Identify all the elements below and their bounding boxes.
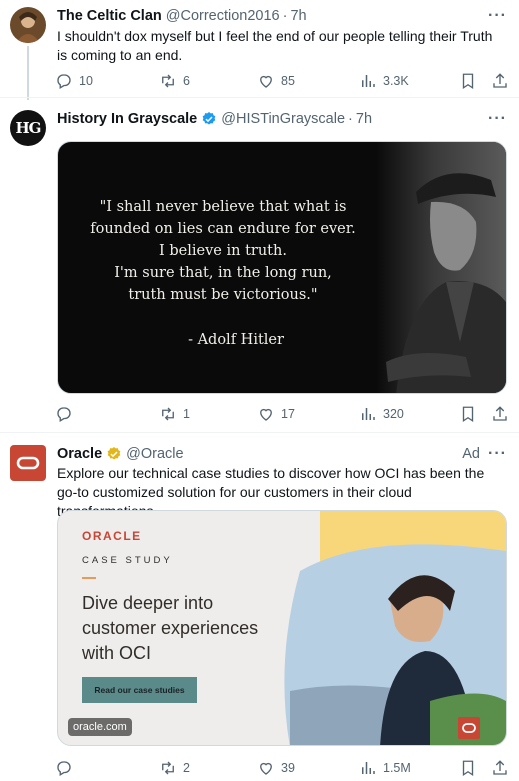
user-handle[interactable]: @Correction2016 (166, 8, 280, 24)
portrait-figure (376, 142, 506, 393)
bookmark-button[interactable] (459, 403, 483, 425)
verified-gold-icon (107, 447, 121, 460)
avatar[interactable] (10, 445, 46, 481)
ad-headline: Dive deeper into customer experiences wi… (82, 593, 259, 663)
reply-count: 10 (79, 74, 93, 88)
share-button[interactable] (491, 403, 515, 425)
like-count: 39 (281, 761, 295, 775)
tweet-header: Oracle @Oracle Ad ··· (57, 444, 507, 464)
ad-label: Ad (462, 446, 481, 462)
quote-image[interactable]: "I shall never believe that what is foun… (57, 141, 507, 394)
bookmark-icon (462, 406, 474, 423)
repost-icon (162, 761, 174, 775)
like-button[interactable]: 39 (257, 757, 295, 779)
ad-card[interactable]: ORACLE CASE STUDY Dive deeper into custo… (57, 510, 507, 746)
repost-button[interactable]: 1 (159, 403, 190, 425)
views-count: 1.5M (383, 761, 411, 775)
views-button[interactable]: 320 (359, 403, 404, 425)
views-count: 3.3K (383, 74, 409, 88)
views-button[interactable]: 1.5M (359, 757, 411, 779)
action-bar: 2 39 1.5M (55, 757, 510, 779)
quote-line: truth must be victorious." (128, 287, 318, 303)
user-handle[interactable]: @HISTinGrayscale (221, 111, 345, 127)
bookmark-icon (462, 73, 474, 90)
quote-text: "I shall never believe that what is foun… (58, 196, 388, 306)
like-count: 85 (281, 74, 295, 88)
tweet-celtic-clan[interactable]: The Celtic Clan @Correction2016 · 7h ···… (0, 0, 519, 100)
timestamp[interactable]: 7h (356, 111, 372, 127)
repost-count: 6 (183, 74, 190, 88)
quote-line: founded on lies can endure for ever. (90, 221, 356, 237)
repost-button[interactable]: 2 (159, 757, 190, 779)
reply-button[interactable] (55, 403, 79, 425)
reply-button[interactable] (55, 757, 79, 779)
more-icon[interactable]: ··· (488, 445, 507, 463)
tweet-header: The Celtic Clan @Correction2016 · 7h ··· (57, 6, 507, 26)
avatar[interactable]: HG (10, 110, 46, 146)
repost-icon (162, 74, 174, 88)
separator-dot: · (282, 8, 288, 24)
share-icon (493, 760, 507, 775)
avatar[interactable] (10, 7, 46, 43)
bookmark-button[interactable] (459, 70, 483, 92)
read-case-studies-button[interactable]: Read our case studies (82, 677, 197, 703)
repost-button[interactable]: 6 (159, 70, 190, 92)
ad-domain-label[interactable]: oracle.com (68, 718, 132, 736)
timestamp[interactable]: 7h (290, 8, 306, 24)
avatar-monogram: HG (15, 119, 42, 137)
like-count: 17 (281, 407, 295, 421)
reply-icon (57, 74, 71, 89)
quote-line: I believe in truth. (159, 243, 287, 259)
separator-dot: · (348, 111, 353, 127)
quote-line: "I shall never believe that what is (99, 199, 347, 215)
views-icon (362, 75, 375, 87)
divider (82, 577, 96, 579)
action-bar: 1 17 320 (55, 403, 510, 425)
repost-icon (162, 407, 174, 421)
repost-count: 2 (183, 761, 190, 775)
like-icon (260, 75, 272, 88)
ad-photo (284, 511, 506, 745)
tweet-oracle-ad[interactable]: Oracle @Oracle Ad ··· Explore our techni… (0, 432, 519, 781)
more-icon[interactable]: ··· (488, 110, 507, 128)
bookmark-button[interactable] (459, 757, 483, 779)
oracle-logo-icon (16, 456, 40, 470)
share-icon (493, 406, 507, 421)
ad-brand-logo: ORACLE (82, 529, 142, 543)
share-icon (493, 73, 507, 88)
user-handle[interactable]: @Oracle (126, 446, 183, 462)
like-icon (260, 408, 272, 421)
quote-line: I'm sure that, in the long run, (114, 265, 332, 281)
like-button[interactable]: 17 (257, 403, 295, 425)
display-name[interactable]: History In Grayscale (57, 111, 197, 127)
ad-kicker: CASE STUDY (82, 555, 173, 566)
verified-icon (202, 112, 216, 125)
tweet-text: I shouldn't dox myself but I feel the en… (57, 28, 493, 63)
bookmark-icon (462, 760, 474, 777)
like-icon (260, 762, 272, 775)
quote-author: - Adolf Hitler (188, 332, 284, 348)
display-name[interactable]: The Celtic Clan (57, 8, 162, 24)
reply-icon (57, 761, 71, 776)
views-icon (362, 762, 375, 774)
reply-icon (57, 407, 71, 422)
action-bar: 10 6 85 3.3K (55, 70, 510, 92)
more-icon[interactable]: ··· (488, 7, 507, 25)
views-icon (362, 408, 375, 420)
repost-count: 1 (183, 407, 190, 421)
display-name[interactable]: Oracle (57, 446, 102, 462)
like-button[interactable]: 85 (257, 70, 295, 92)
views-button[interactable]: 3.3K (359, 70, 409, 92)
views-count: 320 (383, 407, 404, 421)
tweet-history-in-grayscale[interactable]: HG History In Grayscale @HISTinGrayscale… (0, 97, 519, 432)
share-button[interactable] (491, 757, 515, 779)
thread-line (27, 46, 29, 100)
share-button[interactable] (491, 70, 515, 92)
reply-button[interactable]: 10 (55, 70, 93, 92)
tweet-header: History In Grayscale @HISTinGrayscale · … (57, 109, 507, 129)
